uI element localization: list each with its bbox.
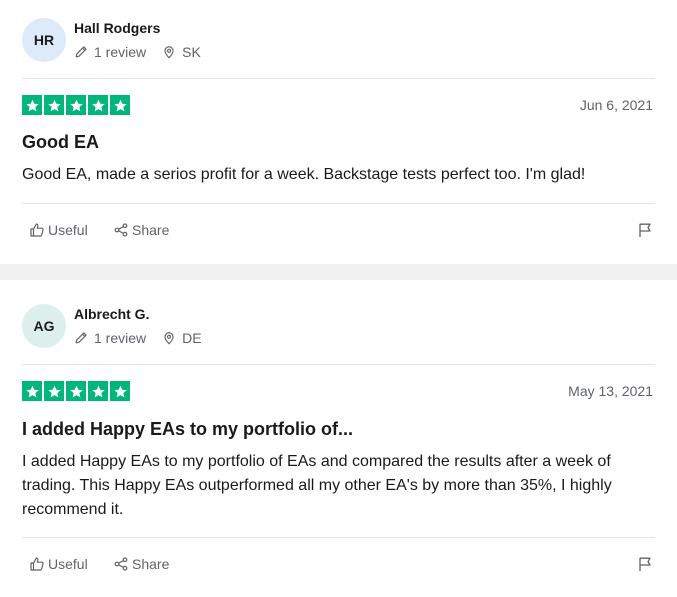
star-icon — [110, 381, 130, 401]
star-icon — [110, 95, 130, 115]
share-label: Share — [132, 556, 170, 572]
avatar[interactable]: HR — [22, 18, 66, 62]
star-icon — [22, 95, 42, 115]
star-icon — [44, 381, 64, 401]
location-pin-icon — [162, 45, 176, 59]
share-icon — [113, 556, 129, 572]
reviewer-meta: 1 review SK — [74, 44, 201, 60]
flag-icon[interactable] — [637, 556, 653, 572]
review-body: I added Happy EAs to my portfolio of EAs… — [22, 453, 612, 518]
divider — [22, 203, 655, 204]
star-icon — [88, 381, 108, 401]
review-card: AG Albrecht G. 1 review DE May 13, 2021 … — [0, 280, 677, 597]
review-title[interactable]: Good EA — [22, 132, 99, 153]
divider — [22, 78, 655, 79]
flag-icon[interactable] — [637, 222, 653, 238]
useful-label: Useful — [48, 556, 88, 572]
pencil-icon — [74, 331, 88, 345]
star-icon — [66, 381, 86, 401]
star-icon — [88, 95, 108, 115]
thumbs-up-icon — [29, 222, 45, 238]
share-button[interactable]: Share — [113, 222, 169, 238]
review-body: Good EA, made a serios profit for a week… — [22, 166, 586, 183]
location-pin-icon — [162, 331, 176, 345]
useful-label: Useful — [48, 222, 88, 238]
reviewer-name[interactable]: Albrecht G. — [74, 306, 149, 322]
star-icon — [66, 95, 86, 115]
star-rating — [22, 95, 130, 115]
divider — [22, 364, 655, 365]
useful-button[interactable]: Useful — [29, 556, 88, 572]
review-separator — [0, 264, 677, 280]
star-icon — [44, 95, 64, 115]
thumbs-up-icon — [29, 556, 45, 572]
star-icon — [22, 381, 42, 401]
review-count: 1 review — [94, 330, 147, 346]
useful-button[interactable]: Useful — [29, 222, 88, 238]
star-rating — [22, 381, 130, 401]
share-button[interactable]: Share — [113, 556, 169, 572]
share-icon — [113, 222, 129, 238]
review-card: HR Hall Rodgers 1 review SK Jun 6, 2021 … — [0, 0, 677, 264]
review-count: 1 review — [94, 44, 147, 60]
review-date: Jun 6, 2021 — [579, 97, 653, 113]
pencil-icon — [74, 45, 88, 59]
share-label: Share — [132, 222, 170, 238]
review-date: May 13, 2021 — [568, 383, 653, 399]
divider — [22, 537, 655, 538]
review-title[interactable]: I added Happy EAs to my portfolio of... — [22, 419, 353, 440]
avatar[interactable]: AG — [22, 304, 66, 348]
reviewer-meta: 1 review DE — [74, 330, 202, 346]
reviewer-name[interactable]: Hall Rodgers — [74, 20, 160, 36]
country-code: SK — [182, 44, 201, 60]
country-code: DE — [182, 330, 202, 346]
